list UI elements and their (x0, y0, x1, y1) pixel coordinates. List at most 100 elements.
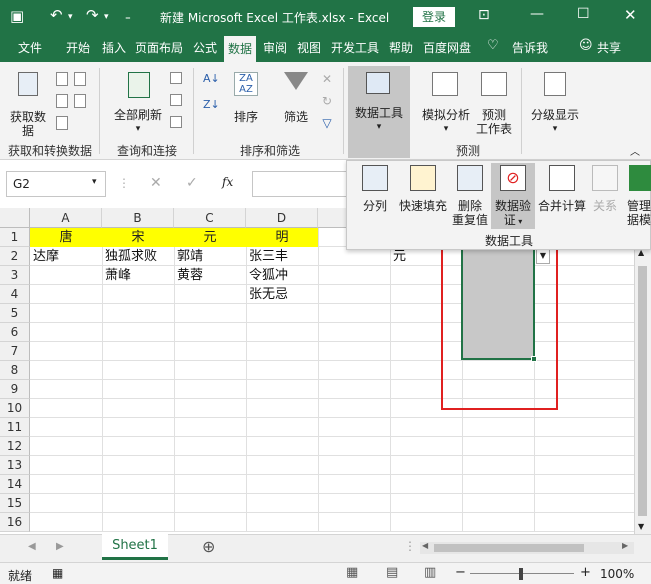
cell-b2[interactable]: 独孤求败 (102, 247, 157, 266)
from-table-icon[interactable] (56, 116, 68, 130)
tab-insert[interactable]: 插入 (102, 39, 126, 56)
row-header[interactable]: 4 (0, 285, 30, 304)
split-handle-icon[interactable]: ⋮ (404, 539, 416, 553)
column-header[interactable]: B (102, 208, 174, 228)
tab-view[interactable]: 视图 (297, 39, 321, 56)
properties-icon[interactable] (170, 94, 182, 106)
flash-fill-button[interactable]: 快速填充 (395, 165, 451, 213)
get-data-button[interactable]: 获取数据 (6, 68, 50, 138)
cancel-icon[interactable]: ✕ (150, 175, 162, 191)
sort-descending-icon[interactable]: Z↓ (203, 98, 220, 114)
cell-d4[interactable]: 张无忌 (246, 285, 288, 304)
h-scroll-thumb[interactable] (434, 544, 584, 552)
page-break-view-icon[interactable]: ▥ (424, 565, 436, 580)
cell-c1[interactable]: 元 (174, 228, 246, 247)
customize-qat-icon[interactable]: ₌ (125, 10, 131, 23)
share-button[interactable]: 共享 (597, 39, 621, 56)
tab-help[interactable]: 帮助 (389, 39, 413, 56)
minimize-icon[interactable]: — (530, 6, 544, 22)
outline-button[interactable]: 分级显示 ▾ (526, 68, 584, 138)
zoom-level[interactable]: 100% (600, 567, 634, 581)
zoom-out-icon[interactable]: − (455, 565, 466, 580)
undo-icon[interactable]: ↶ (50, 6, 63, 24)
data-tools-button[interactable]: 数据工具 ▾ (348, 66, 410, 158)
tab-developer[interactable]: 开发工具 (331, 39, 379, 56)
tab-formulas[interactable]: 公式 (193, 39, 217, 56)
relationships-button[interactable]: 关系 (587, 165, 623, 213)
row-header[interactable]: 9 (0, 380, 30, 399)
data-validation-button[interactable]: ⊘ 数据验 证 ▾ (491, 163, 535, 229)
macro-record-icon[interactable]: ▦ (52, 566, 63, 580)
page-layout-view-icon[interactable]: ▤ (386, 565, 398, 580)
prev-sheet-icon[interactable]: ◀ (28, 541, 36, 552)
row-header[interactable]: 1 (0, 228, 30, 247)
from-text-icon[interactable] (56, 72, 68, 86)
row-header[interactable]: 5 (0, 304, 30, 323)
tell-me-input[interactable]: 告诉我 (512, 39, 548, 56)
refresh-all-button[interactable]: 全部刷新 ▾ (110, 68, 166, 138)
queries-connections-icon[interactable] (170, 72, 182, 84)
filter-button[interactable]: 筛选 (278, 68, 314, 138)
tab-file[interactable]: 文件 (18, 39, 42, 56)
enter-icon[interactable]: ✓ (186, 175, 198, 191)
collapse-ribbon-icon[interactable]: ︿ (628, 146, 642, 158)
tab-home[interactable]: 开始 (66, 39, 90, 56)
insert-function-icon[interactable]: fx (222, 175, 233, 189)
redo-dropdown-icon[interactable]: ▾ (104, 12, 109, 22)
tab-page-layout[interactable]: 页面布局 (135, 39, 183, 56)
cell-a1[interactable]: 唐 (30, 228, 102, 247)
row-header[interactable]: 8 (0, 361, 30, 380)
row-header[interactable]: 10 (0, 399, 30, 418)
row-header[interactable]: 2 (0, 247, 30, 266)
vertical-scrollbar[interactable]: ▲ ▼ (634, 246, 651, 534)
redo-icon[interactable]: ↷ (86, 6, 99, 24)
tab-data[interactable]: 数据 (224, 36, 257, 62)
zoom-slider-thumb[interactable] (519, 568, 523, 580)
row-header[interactable]: 12 (0, 437, 30, 456)
name-box[interactable]: G2 (6, 171, 106, 197)
row-header[interactable]: 7 (0, 342, 30, 361)
login-button[interactable]: 登录 (413, 7, 455, 27)
existing-connections-icon[interactable] (74, 94, 86, 108)
sort-ascending-icon[interactable]: A↓ (203, 72, 220, 88)
what-if-button[interactable]: 模拟分析 ▾ (418, 68, 474, 138)
normal-view-icon[interactable]: ▦ (346, 565, 358, 580)
undo-dropdown-icon[interactable]: ▾ (68, 12, 73, 22)
ribbon-display-icon[interactable]: ⊡ (478, 7, 490, 23)
remove-duplicates-button[interactable]: 删除 重复值 (451, 165, 489, 227)
row-header[interactable]: 14 (0, 475, 30, 494)
manage-data-model-button[interactable]: 管理 据模 (627, 165, 651, 227)
save-icon[interactable]: ▣ (10, 7, 24, 25)
row-header[interactable]: 11 (0, 418, 30, 437)
close-icon[interactable]: ✕ (624, 6, 637, 24)
consolidate-button[interactable]: 合并计算 (537, 165, 587, 213)
scroll-thumb[interactable] (638, 266, 647, 516)
sheet-tab-sheet1[interactable]: Sheet1 (102, 534, 168, 560)
row-header[interactable]: 16 (0, 513, 30, 532)
add-sheet-icon[interactable]: ⊕ (202, 537, 215, 556)
name-box-dropdown-icon[interactable]: ▾ (92, 177, 97, 187)
next-sheet-icon[interactable]: ▶ (56, 541, 64, 552)
row-header[interactable]: 3 (0, 266, 30, 285)
reapply-icon[interactable]: ↻ (320, 94, 334, 108)
tab-review[interactable]: 审阅 (263, 39, 287, 56)
cell-c2[interactable]: 郭靖 (174, 247, 203, 266)
column-header[interactable]: A (30, 208, 102, 228)
zoom-in-icon[interactable]: + (580, 565, 591, 580)
restore-icon[interactable]: ☐ (577, 6, 590, 22)
advanced-filter-icon[interactable]: ▽ (320, 116, 334, 130)
from-web-icon[interactable] (56, 94, 68, 108)
formula-input[interactable] (252, 171, 348, 197)
row-header[interactable]: 6 (0, 323, 30, 342)
column-header[interactable]: C (174, 208, 246, 228)
cell-c3[interactable]: 黄蓉 (174, 266, 203, 285)
text-to-columns-button[interactable]: 分列 (353, 165, 397, 213)
scroll-right-icon[interactable]: ▶ (622, 541, 628, 550)
cell-a2[interactable]: 达摩 (30, 247, 59, 266)
sort-button[interactable]: ZA AZ 排序 (228, 68, 264, 138)
cell-d3[interactable]: 令狐冲 (246, 266, 288, 285)
tab-baidu-netdisk[interactable]: 百度网盘 (423, 39, 471, 56)
scroll-down-icon[interactable]: ▼ (638, 522, 644, 531)
scroll-left-icon[interactable]: ◀ (422, 541, 428, 550)
cell-d1[interactable]: 明 (246, 228, 318, 247)
